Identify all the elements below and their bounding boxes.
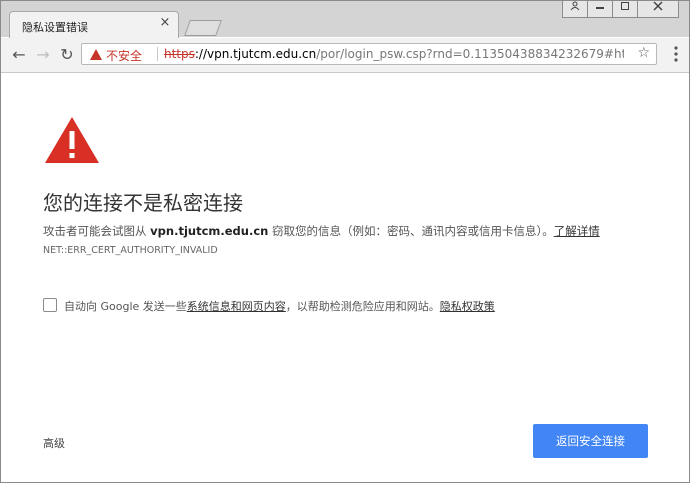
- advanced-button[interactable]: 高级: [43, 435, 65, 451]
- minimize-icon[interactable]: [588, 1, 613, 18]
- tab-strip: 隐私设置错误 ×: [1, 1, 689, 38]
- new-tab-button[interactable]: [184, 20, 222, 36]
- report-optin-label: 自动向 Google 发送一些系统信息和网页内容，以帮助检测危险应用和网站。隐私…: [64, 298, 495, 314]
- url-text[interactable]: https://vpn.tjutcm.edu.cn/por/login_psw.…: [164, 47, 624, 61]
- optin-prefix: 自动向 Google 发送一些: [64, 300, 187, 313]
- optin-middle: ，以帮助检测危险应用和网站。: [285, 300, 440, 313]
- close-icon[interactable]: [638, 1, 679, 18]
- report-optin-checkbox[interactable]: [43, 298, 57, 312]
- error-description: 攻击者可能会试图从 vpn.tjutcm.edu.cn 窃取您的信息（例如：密码…: [43, 223, 600, 239]
- security-indicator[interactable]: 不安全: [106, 47, 142, 64]
- back-to-safety-button[interactable]: 返回安全连接: [533, 424, 648, 458]
- back-icon[interactable]: ←: [9, 45, 29, 65]
- desc-prefix: 攻击者可能会试图从: [43, 224, 151, 238]
- url-scheme: https: [164, 47, 195, 61]
- maximize-icon[interactable]: [613, 1, 638, 18]
- tab-privacy-error[interactable]: 隐私设置错误 ×: [9, 11, 179, 38]
- window-controls: [562, 1, 679, 19]
- page-title: 您的连接不是私密连接: [43, 191, 243, 215]
- omnibox-divider: [157, 47, 158, 61]
- url-host: ://vpn.tjutcm.edu.cn: [194, 47, 317, 61]
- desc-host: vpn.tjutcm.edu.cn: [150, 224, 269, 238]
- user-icon[interactable]: [562, 1, 588, 18]
- tab-close-icon[interactable]: ×: [158, 16, 172, 30]
- warning-triangle-icon: [45, 117, 99, 163]
- menu-icon[interactable]: [673, 46, 679, 62]
- warning-icon[interactable]: [90, 49, 102, 60]
- bookmark-star-icon[interactable]: ☆: [637, 45, 650, 61]
- address-bar[interactable]: 不安全 https://vpn.tjutcm.edu.cn/por/login_…: [81, 43, 657, 65]
- privacy-policy-link[interactable]: 隐私权政策: [440, 300, 495, 313]
- error-code: NET::ERR_CERT_AUTHORITY_INVALID: [43, 245, 218, 256]
- tab-title: 隐私设置错误: [22, 21, 88, 34]
- url-path: /por/login_psw.csp?rnd=0.113504388342326…: [316, 47, 624, 61]
- browser-window: 隐私设置错误 × ← → ↻ 不安全 https://vpn.tjutcm.ed…: [0, 0, 690, 483]
- desc-suffix: 窃取您的信息（例如：密码、通讯内容或信用卡信息）。: [268, 224, 554, 238]
- learn-more-link[interactable]: 了解详情: [554, 224, 600, 238]
- forward-icon[interactable]: →: [33, 45, 53, 65]
- browser-toolbar: ← → ↻ 不安全 https://vpn.tjutcm.edu.cn/por/…: [1, 38, 689, 73]
- reload-icon[interactable]: ↻: [57, 45, 77, 65]
- system-info-link[interactable]: 系统信息和网页内容: [187, 300, 286, 313]
